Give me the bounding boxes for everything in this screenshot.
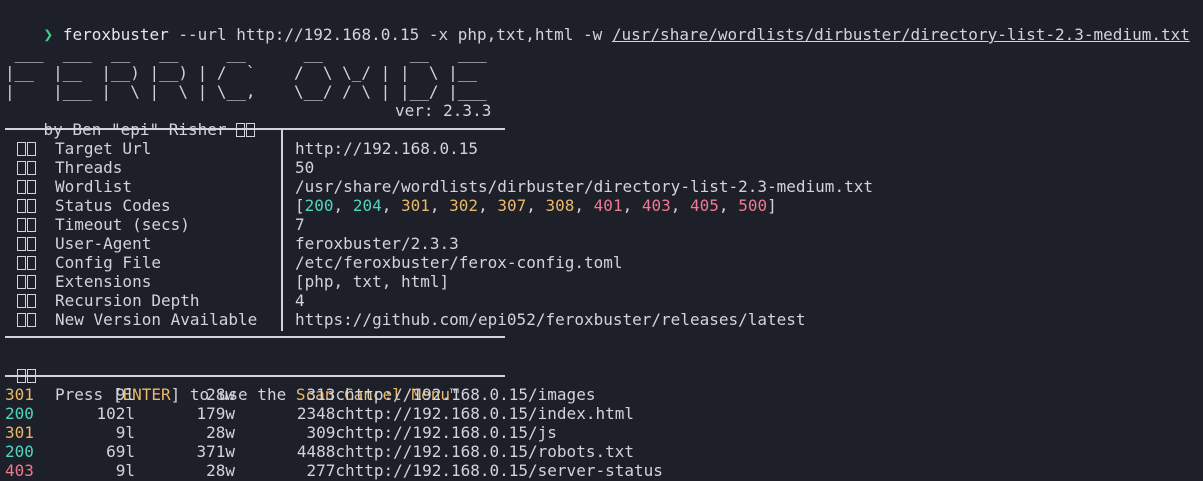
status-code: 301	[400, 196, 430, 215]
status-code: 500	[738, 196, 768, 215]
result-lines: 69l	[106, 442, 135, 461]
config-value: 4	[295, 291, 305, 310]
result-url[interactable]: http://192.168.0.15/index.html	[345, 404, 634, 423]
command-binary: feroxbuster	[62, 25, 169, 44]
result-words: 179w	[196, 404, 235, 423]
banner-art-line-2: |__ |__ |__) |__) | / ` / \ \_/ | | \ |_…	[5, 63, 478, 82]
config-key: Wordlist	[55, 177, 133, 196]
config-value: [200, 204, 301, 302, 307, 308, 401, 403,…	[295, 196, 777, 215]
result-url[interactable]: http://192.168.0.15/server-status	[345, 461, 663, 480]
config-value: /etc/feroxbuster/ferox-config.toml	[295, 253, 623, 272]
config-key: Recursion Depth	[55, 291, 200, 310]
result-row: 403 9l 28w 277c http://192.168.0.15/server-s…	[5, 461, 705, 480]
emoji-placeholder-icon	[17, 272, 39, 291]
config-row: Status Codes [200, 204, 301, 302, 307, 30…	[0, 196, 1200, 215]
config-row: New Version Available https://github.com/…	[0, 310, 1200, 329]
divider-middle	[5, 336, 505, 338]
status-code: 401	[593, 196, 623, 215]
result-chars: 2348c	[296, 404, 345, 423]
result-row: 200 102l 179w 2348c http://192.168.0.15/inde…	[5, 404, 705, 423]
banner-version: ver: 2.3.3	[395, 101, 492, 120]
result-row: 301 9l 28w 309c http://192.168.0.15/js	[5, 423, 705, 442]
status-code: 200	[304, 196, 334, 215]
config-key: Target Url	[55, 139, 152, 158]
config-value: https://github.com/epi052/feroxbuster/re…	[295, 310, 806, 329]
status-code: 308	[545, 196, 575, 215]
result-words: 28w	[206, 423, 235, 442]
result-status: 200	[5, 404, 34, 423]
emoji-placeholder-icon	[17, 139, 39, 158]
result-lines: 9l	[115, 385, 135, 404]
prompt-arrow-icon: ❯	[43, 25, 54, 44]
status-code: 405	[690, 196, 719, 215]
config-value: feroxbuster/2.3.3	[295, 234, 459, 253]
status-code: 307	[497, 196, 527, 215]
result-chars: 313c	[306, 385, 345, 404]
config-value: 50	[295, 158, 315, 177]
result-status: 403	[5, 461, 34, 480]
emoji-placeholder-icon	[17, 291, 39, 310]
status-code: 204	[352, 196, 382, 215]
config-value: [php, txt, html]	[295, 272, 450, 291]
result-lines: 9l	[115, 461, 135, 480]
result-status: 200	[5, 442, 34, 461]
result-row: 200 69l 371w 4488c http://192.168.0.15/robot…	[5, 442, 705, 461]
result-url[interactable]: http://192.168.0.15/js	[345, 423, 557, 442]
config-key: Config File	[55, 253, 161, 272]
config-row: Config File/etc/feroxbuster/ferox-config…	[0, 253, 1200, 272]
config-row: Extensions [php, txt, html]	[0, 272, 1200, 291]
config-key: User-Agent	[55, 234, 152, 253]
banner-art-line-1: ___ ___ __ __ __ __ __ ___	[5, 44, 487, 63]
config-row: Target Url http://192.168.0.15	[0, 139, 1200, 158]
emoji-placeholder-icon	[17, 234, 39, 253]
result-lines: 9l	[115, 423, 135, 442]
config-row: Wordlist/usr/share/wordlists/dirbuster/d…	[0, 177, 1200, 196]
banner-art-line-3: | |___ | \ | \ | \__, \__/ / \ | |__/ |_…	[5, 82, 487, 101]
config-row: Recursion Depth 4	[0, 291, 1200, 310]
config-key: Extensions	[55, 272, 152, 291]
banner-byline: by Ben "epi" Risher	[5, 101, 258, 139]
config-key: Timeout (secs)	[55, 215, 190, 234]
cancel-hint-line: Press [ENTER] to use the Scan Cancel Men…	[0, 347, 600, 404]
result-status: 301	[5, 385, 34, 404]
result-words: 28w	[206, 385, 235, 404]
config-key: New Version Available	[55, 310, 258, 329]
result-chars: 277c	[306, 461, 345, 480]
emoji-placeholder-icon	[17, 158, 39, 177]
result-url[interactable]: http://192.168.0.15/robots.txt	[345, 442, 634, 461]
config-value: http://192.168.0.15	[295, 139, 479, 158]
result-lines: 102l	[96, 404, 135, 423]
divider-top	[5, 128, 505, 130]
config-row: User-Agent feroxbuster/2.3.3	[0, 234, 1200, 253]
config-key: Status Codes	[55, 196, 171, 215]
emoji-placeholder-icon	[17, 253, 39, 272]
wordlist-path-link[interactable]: /usr/share/wordlists/dirbuster/directory…	[612, 25, 1190, 44]
status-code: 403	[641, 196, 671, 215]
command-args: --url http://192.168.0.15 -x php,txt,htm…	[168, 25, 612, 44]
result-chars: 309c	[306, 423, 345, 442]
emoji-placeholder-icon	[17, 310, 39, 329]
config-value: /usr/share/wordlists/dirbuster/directory…	[295, 177, 873, 196]
command-line: ❯ feroxbuster --url http://192.168.0.15 …	[5, 6, 1190, 44]
status-code: 302	[449, 196, 479, 215]
emoji-placeholder-icon	[17, 177, 39, 196]
divider-bottom	[5, 375, 505, 377]
result-row: 301 9l 28w 313c http://192.168.0.15/images	[5, 385, 705, 404]
emoji-placeholder-icon	[17, 215, 39, 234]
config-row: Timeout (secs) 7	[0, 215, 1200, 234]
terminal-window[interactable]: ❯ feroxbuster --url http://192.168.0.15 …	[0, 0, 1203, 481]
result-url[interactable]: http://192.168.0.15/images	[345, 385, 595, 404]
result-words: 371w	[196, 442, 235, 461]
result-chars: 4488c	[296, 442, 345, 461]
emoji-placeholder-icon	[17, 196, 39, 215]
result-words: 28w	[206, 461, 235, 480]
config-row: Threads 50	[0, 158, 1200, 177]
config-key: Threads	[55, 158, 123, 177]
config-value: 7	[295, 215, 305, 234]
result-status: 301	[5, 423, 34, 442]
